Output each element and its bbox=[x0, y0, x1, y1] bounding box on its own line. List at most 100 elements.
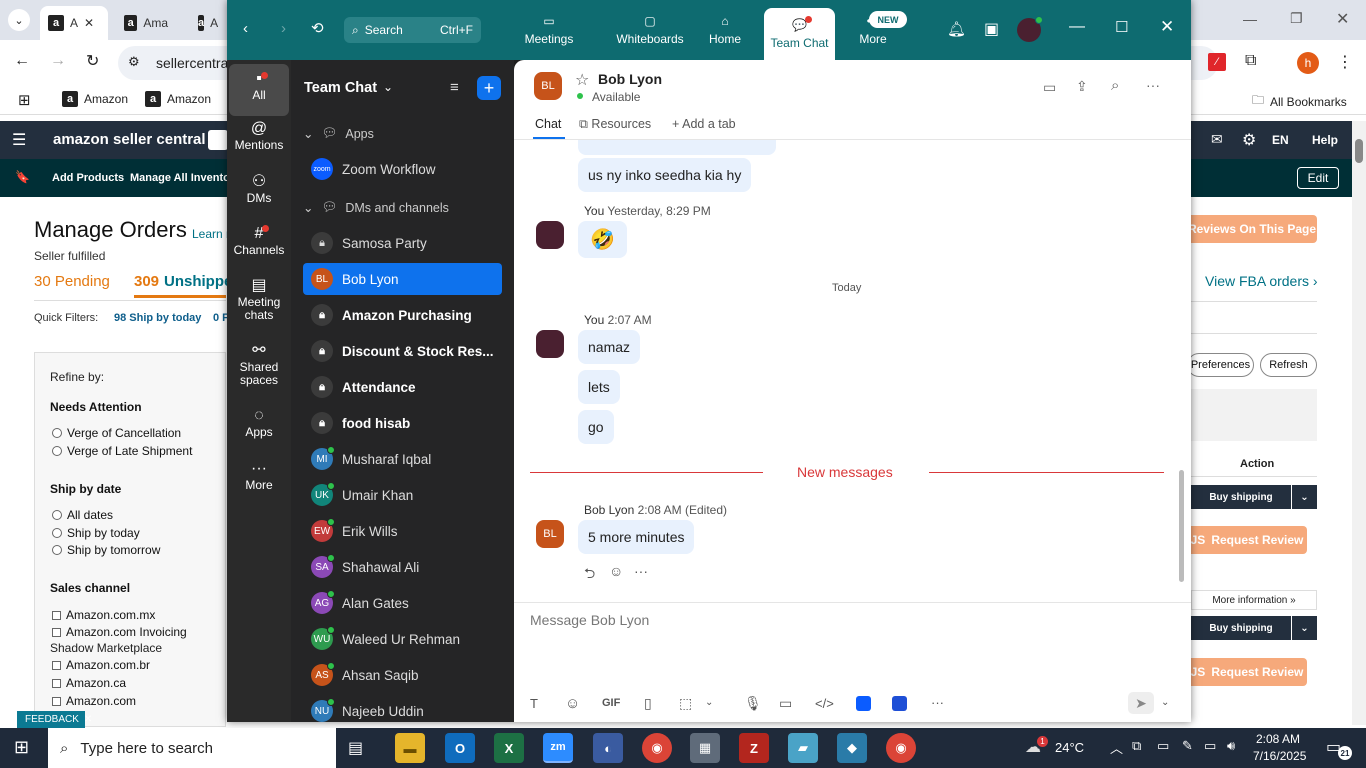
sender-avatar[interactable] bbox=[536, 221, 564, 249]
panel-title[interactable]: Team Chat bbox=[304, 80, 377, 96]
network-icon[interactable]: ▭ bbox=[1204, 738, 1216, 754]
maximize-icon[interactable]: ☐ bbox=[1115, 18, 1128, 36]
back-arrow-icon[interactable]: ‹ bbox=[243, 20, 248, 37]
tray-app-icon[interactable]: ⧉ bbox=[1132, 738, 1141, 754]
tab-pending[interactable]: 30 Pending bbox=[34, 273, 110, 290]
reply-thread-icon[interactable]: ⮌ bbox=[584, 563, 595, 587]
pen-icon[interactable]: ✎ bbox=[1182, 738, 1193, 754]
preferences-button[interactable]: Preferences bbox=[1187, 353, 1254, 377]
channel-item[interactable]: UK Umair Khan bbox=[303, 479, 502, 511]
send-icon[interactable]: ➤ bbox=[1128, 692, 1154, 714]
zoom-docs-icon[interactable] bbox=[892, 696, 907, 711]
radio[interactable] bbox=[52, 528, 62, 538]
calendar-apps-icon[interactable]: ▣ bbox=[984, 19, 999, 39]
bookmark-icon[interactable]: 🔖 bbox=[15, 170, 30, 184]
chevron-down-icon[interactable]: ⌄ bbox=[383, 80, 393, 94]
channel-item[interactable]: 🔒︎ Attendance bbox=[303, 371, 502, 403]
sender-avatar[interactable]: BL bbox=[536, 520, 564, 548]
app-icon[interactable]: ◐ bbox=[593, 733, 623, 763]
refresh-button[interactable]: Refresh bbox=[1260, 353, 1317, 377]
scroll-thumb[interactable] bbox=[1355, 139, 1363, 163]
rail-dms[interactable]: ⚇ DMs bbox=[229, 174, 289, 205]
store-selector[interactable] bbox=[208, 130, 228, 150]
tab-search-chevron-icon[interactable]: ⌄ bbox=[8, 9, 30, 31]
filter-option[interactable]: Ship by tomorrow bbox=[52, 543, 160, 557]
bell-icon[interactable]: 🔔︎ bbox=[947, 20, 966, 38]
radio[interactable] bbox=[52, 510, 62, 520]
rail-meeting-chats[interactable]: ▤ Meeting chats bbox=[229, 278, 289, 322]
nav-whiteboards[interactable]: ▢ Whiteboards bbox=[599, 0, 701, 60]
user-avatar[interactable] bbox=[1017, 16, 1043, 42]
scroll-thumb[interactable] bbox=[1179, 470, 1184, 582]
rail-all[interactable]: ▪ All bbox=[229, 64, 289, 116]
bookmark-item[interactable]: a Amazon bbox=[145, 91, 211, 107]
dms-section-header[interactable]: ⌄ 💬︎ DMs and channels bbox=[303, 200, 449, 215]
seller-central-logo[interactable]: amazon seller central bbox=[53, 131, 206, 148]
restore-icon[interactable]: ❐ bbox=[1290, 10, 1303, 27]
minimize-icon[interactable]: — bbox=[1069, 18, 1085, 36]
forward-arrow-icon[interactable]: › bbox=[281, 20, 286, 37]
nav-home[interactable]: ⌂ Home bbox=[705, 0, 745, 60]
emoji-message[interactable]: 🤣 bbox=[578, 221, 627, 258]
microphone-icon[interactable]: 🎙︎ bbox=[744, 695, 762, 712]
text-format-icon[interactable]: T bbox=[530, 696, 538, 711]
rail-more[interactable]: ··· More bbox=[229, 461, 289, 492]
screenshot-icon[interactable]: ⬚ bbox=[679, 695, 692, 712]
filter-option[interactable]: All dates bbox=[52, 508, 113, 522]
pdf-extension-icon[interactable]: ⁄ bbox=[1208, 53, 1226, 71]
extensions-icon[interactable]: ⧉ bbox=[1245, 52, 1256, 70]
close-tab-icon[interactable]: ✕ bbox=[84, 16, 94, 30]
filter-option[interactable]: Amazon.com bbox=[52, 694, 136, 708]
channel-item[interactable]: BL Bob Lyon bbox=[303, 263, 502, 295]
reload-icon[interactable]: ↻ bbox=[86, 51, 99, 71]
message-input[interactable]: Message Bob Lyon bbox=[530, 612, 1170, 632]
tray-chevron-icon[interactable]: ︿ bbox=[1110, 738, 1123, 757]
new-chat-plus-icon[interactable]: + bbox=[477, 76, 501, 100]
browser-tab-active[interactable]: a A ✕ bbox=[40, 6, 108, 40]
filter-option[interactable]: Amazon.ca bbox=[52, 676, 126, 690]
filter-option[interactable]: Amazon.com Invoicing bbox=[52, 625, 187, 639]
file-explorer-icon[interactable]: ▬ bbox=[395, 733, 425, 763]
channel-item[interactable]: 🔒︎ food hisab bbox=[303, 407, 502, 439]
video-message-icon[interactable]: ▭ bbox=[779, 695, 792, 712]
unshipped-count[interactable]: 309 bbox=[134, 273, 159, 290]
history-icon[interactable]: ⟲ bbox=[311, 19, 324, 37]
tab-chat[interactable]: Chat bbox=[535, 117, 561, 131]
search-icon[interactable]: ⌕ bbox=[1111, 77, 1119, 94]
buy-shipping-dropdown-chevron-icon[interactable]: ⌄ bbox=[1292, 616, 1317, 640]
star-icon[interactable]: ☆ bbox=[575, 70, 589, 90]
checkbox[interactable] bbox=[52, 678, 61, 688]
video-call-icon[interactable]: ▭ bbox=[1043, 79, 1056, 96]
contact-name[interactable]: Bob Lyon bbox=[598, 71, 662, 87]
chevron-down-icon[interactable]: ⌄ bbox=[705, 697, 713, 708]
checkbox[interactable] bbox=[52, 660, 61, 670]
zoom-taskbar-icon[interactable]: zm bbox=[543, 733, 573, 763]
all-bookmarks[interactable]: 🗀 All Bookmarks bbox=[1252, 91, 1347, 112]
nav-team-chat[interactable]: 💬 Team Chat bbox=[764, 8, 835, 60]
volume-icon[interactable]: 🔊︎ bbox=[1227, 738, 1235, 754]
bookmark-item[interactable]: a Amazon bbox=[62, 91, 128, 107]
settings-gear-icon[interactable]: ⚙ bbox=[1242, 130, 1256, 150]
add-products-link[interactable]: Add Products bbox=[52, 172, 124, 184]
clock-time[interactable]: 2:08 AM bbox=[1256, 732, 1300, 746]
manage-inventory-link[interactable]: Manage All Inventor bbox=[130, 172, 234, 184]
help-link[interactable]: Help bbox=[1312, 133, 1338, 147]
message-bubble[interactable]: go bbox=[578, 410, 614, 444]
message-bubble[interactable]: 5 more minutes bbox=[578, 520, 695, 554]
page-scrollbar[interactable] bbox=[1352, 121, 1366, 725]
windows-start-icon[interactable]: ⊞ bbox=[14, 737, 29, 758]
buy-shipping-button[interactable]: Buy shipping bbox=[1191, 616, 1291, 640]
tab-resources[interactable]: ⧉ Resources bbox=[579, 117, 651, 132]
filezilla-icon[interactable]: Z bbox=[739, 733, 769, 763]
hamburger-icon[interactable]: ☰ bbox=[12, 130, 26, 150]
checkbox[interactable] bbox=[52, 627, 61, 637]
quick-filter-ship-today[interactable]: 98 Ship by today bbox=[114, 312, 201, 324]
channel-item[interactable]: 🔒︎ Samosa Party bbox=[303, 227, 502, 259]
rail-apps[interactable]: ◌ Apps bbox=[229, 408, 289, 439]
channel-item[interactable]: WU Waleed Ur Rehman bbox=[303, 623, 502, 655]
filter-option[interactable]: Verge of Cancellation bbox=[52, 426, 181, 440]
filter-option[interactable]: Verge of Late Shipment bbox=[52, 444, 192, 458]
message-bubble-partial[interactable] bbox=[578, 140, 776, 155]
filter-option[interactable]: Amazon.com.mx bbox=[52, 608, 155, 622]
mail-icon[interactable]: ✉ bbox=[1211, 131, 1223, 148]
